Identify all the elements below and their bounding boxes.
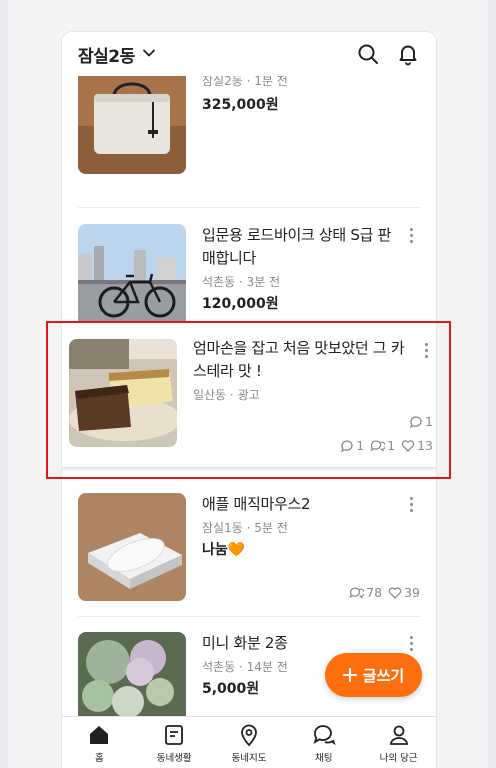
chat-icon xyxy=(313,725,336,746)
comment-icon xyxy=(409,415,422,428)
item-title: 애플 매직마우스2 xyxy=(202,495,311,513)
write-post-label: 글쓰기 xyxy=(362,666,405,685)
user-icon xyxy=(389,725,408,745)
location-selector[interactable]: 잠실2동 xyxy=(78,42,135,67)
nav-label: 홈 xyxy=(95,753,104,764)
bell-icon[interactable] xyxy=(396,42,420,66)
bottom-navigation: 홈 동네생활 동네지도 채팅 나의 당근 xyxy=(62,716,436,768)
map-pin-icon xyxy=(241,724,257,747)
ad-thumbnail xyxy=(69,339,177,447)
chat-count: 1 xyxy=(387,438,396,453)
product-thumbnail xyxy=(78,632,186,716)
nav-chat[interactable]: 채팅 xyxy=(286,717,361,768)
nav-label: 동네지도 xyxy=(231,753,267,764)
item-title: 미니 화분 2종 xyxy=(202,634,288,652)
plus-icon xyxy=(342,668,357,682)
search-icon[interactable] xyxy=(356,42,380,66)
more-options-icon[interactable] xyxy=(425,343,429,361)
divider xyxy=(78,616,420,617)
nav-community[interactable]: 동네생활 xyxy=(137,717,212,768)
divider xyxy=(78,207,420,208)
comment-count: 1 xyxy=(425,414,433,429)
more-options-icon[interactable] xyxy=(410,636,414,654)
item-stats: 78 39 xyxy=(349,585,420,600)
product-feed[interactable]: 잠실2동 · 1분 전 325,000원 입문용 로드바이크 상태 S급 판매합… xyxy=(62,76,436,716)
comment-count: 1 xyxy=(356,438,365,453)
product-thumbnail xyxy=(78,224,186,332)
ad-title: 엄마손을 잡고 처음 맛보았던 그 카스테라 맛 ! xyxy=(193,339,405,380)
item-meta: 잠실1동 · 5분 전 xyxy=(202,521,288,535)
item-price: 325,000원 xyxy=(202,97,279,113)
home-icon xyxy=(90,726,109,744)
nav-home[interactable]: 홈 xyxy=(62,717,137,768)
right-margin xyxy=(488,0,496,768)
nav-label: 나의 당근 xyxy=(379,753,418,764)
like-count: 13 xyxy=(417,438,433,453)
heart-icon xyxy=(401,439,415,452)
chat-bubbles-icon xyxy=(349,586,365,598)
list-item[interactable]: 잠실2동 · 1분 전 325,000원 xyxy=(78,76,420,174)
more-options-icon[interactable] xyxy=(410,228,414,246)
nav-label: 동네생활 xyxy=(156,753,192,764)
more-options-icon[interactable] xyxy=(410,497,414,515)
nav-map[interactable]: 동네지도 xyxy=(212,717,287,768)
app-header: 잠실2동 xyxy=(62,32,436,76)
like-count: 39 xyxy=(404,585,420,600)
heart-icon xyxy=(388,586,402,599)
write-post-button[interactable]: 글쓰기 xyxy=(325,653,422,697)
item-price: 120,000원 xyxy=(202,296,279,312)
item-price: 나눔🧡 xyxy=(202,542,246,558)
item-meta: 석촌동 · 14분 전 xyxy=(202,660,288,674)
list-item[interactable]: 입문용 로드바이크 상태 S급 판매합니다 석촌동 · 3분 전 120,000… xyxy=(78,224,420,340)
nav-my-profile[interactable]: 나의 당근 xyxy=(361,717,436,768)
left-margin xyxy=(0,0,8,768)
nav-label: 채팅 xyxy=(315,753,333,764)
community-icon xyxy=(165,725,184,745)
item-price: 5,000원 xyxy=(202,681,260,697)
list-item[interactable]: 애플 매직마우스2 잠실1동 · 5분 전 나눔🧡 78 39 xyxy=(78,493,420,601)
ad-meta: 일산동 · 광고 xyxy=(193,388,260,402)
product-thumbnail xyxy=(78,493,186,601)
comment-icon xyxy=(341,439,353,452)
item-title: 입문용 로드바이크 상태 S급 판매합니다 xyxy=(202,226,392,267)
ad-comment-preview: 1 xyxy=(409,414,433,429)
ad-stats: 1 1 13 xyxy=(340,438,433,453)
product-thumbnail xyxy=(78,76,186,174)
chat-bubbles-icon xyxy=(370,439,386,451)
ad-item[interactable]: 엄마손을 잡고 처음 맛보았던 그 카스테라 맛 ! 일산동 · 광고 1 1 … xyxy=(62,318,436,467)
app-screen: 잠실2동 잠실2동 · 1분 전 325,000원 입문용 로드바이크 상태 S… xyxy=(62,32,436,768)
chevron-down-icon[interactable] xyxy=(142,46,156,60)
ad-card[interactable]: 엄마손을 잡고 처음 맛보았던 그 카스테라 맛 ! 일산동 · 광고 1 1 … xyxy=(62,323,436,467)
item-meta: 석촌동 · 3분 전 xyxy=(202,275,281,289)
comment-count: 78 xyxy=(366,585,383,600)
item-meta: 잠실2동 · 1분 전 xyxy=(202,76,288,88)
